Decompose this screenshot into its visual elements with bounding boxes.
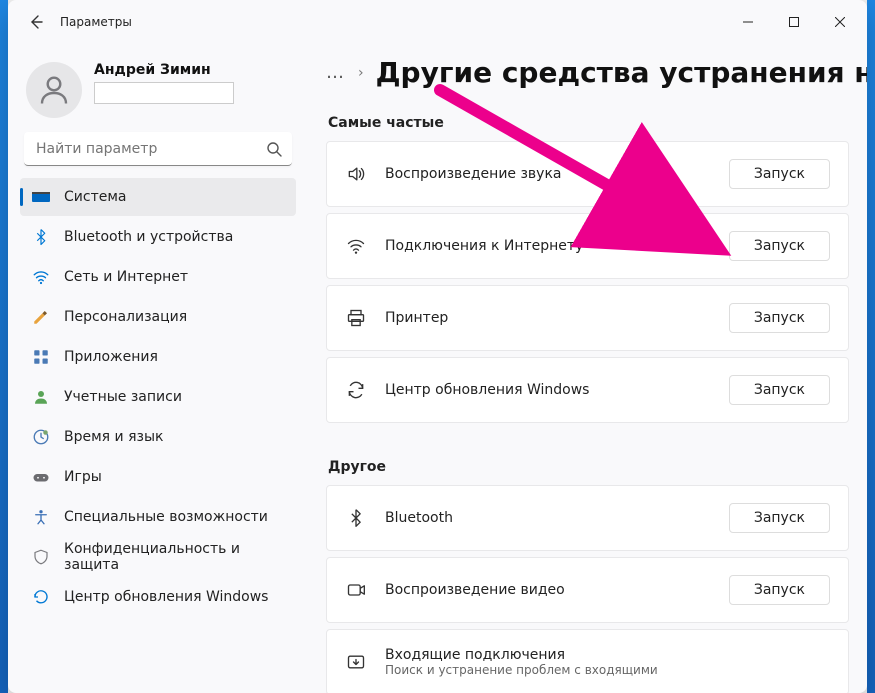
troubleshooter-card-bluetooth: Bluetooth Запуск: [326, 485, 849, 551]
close-button[interactable]: [817, 6, 863, 38]
nav-label: Конфиденциальность и защита: [64, 541, 284, 573]
sidebar: Андрей Зимин Система Bluetooth и устройст…: [8, 44, 308, 693]
troubleshooter-card-audio: Воспроизведение звука Запуск: [326, 141, 849, 207]
card-title: Подключения к Интернету: [385, 238, 729, 254]
card-title: Bluetooth: [385, 510, 729, 526]
nav-label: Время и язык: [64, 429, 163, 445]
privacy-icon: [32, 548, 50, 566]
nav-item-bluetooth[interactable]: Bluetooth и устройства: [20, 218, 296, 256]
window-controls: [725, 6, 863, 38]
nav-label: Центр обновления Windows: [64, 589, 268, 605]
network-icon: [32, 268, 50, 286]
nav-label: Приложения: [64, 349, 158, 365]
minimize-icon: [743, 17, 753, 27]
card-subtitle: Поиск и устранение проблем с входящими: [385, 663, 830, 677]
troubleshooter-card-video: Воспроизведение видео Запуск: [326, 557, 849, 623]
settings-window: Параметры Ан: [8, 0, 867, 693]
nav-label: Система: [64, 189, 126, 205]
gaming-icon: [32, 468, 50, 486]
nav-item-apps[interactable]: Приложения: [20, 338, 296, 376]
apps-icon: [32, 348, 50, 366]
card-title: Воспроизведение звука: [385, 166, 729, 182]
printer-icon: [345, 307, 367, 329]
time-icon: [32, 428, 50, 446]
card-title: Входящие подключения: [385, 647, 830, 663]
card-title: Центр обновления Windows: [385, 382, 729, 398]
person-icon: [36, 72, 72, 108]
update-icon: [32, 588, 50, 606]
close-icon: [835, 17, 845, 27]
nav-item-time[interactable]: Время и язык: [20, 418, 296, 456]
nav-label: Игры: [64, 469, 102, 485]
window-title: Параметры: [60, 15, 132, 29]
wifi-icon: [345, 235, 367, 257]
search-box[interactable]: [24, 132, 292, 166]
nav-label: Сеть и Интернет: [64, 269, 188, 285]
nav-label: Специальные возможности: [64, 509, 268, 525]
bluetooth-icon: [345, 507, 367, 529]
profile-name: Андрей Зимин: [94, 62, 234, 78]
desktop-wallpaper-right: [867, 0, 875, 693]
nav-item-privacy[interactable]: Конфиденциальность и защита: [20, 538, 296, 576]
system-icon: [32, 188, 50, 206]
nav-item-network[interactable]: Сеть и Интернет: [20, 258, 296, 296]
run-button[interactable]: Запуск: [729, 375, 830, 405]
nav-list: Система Bluetooth и устройства Сеть и Инте…: [16, 178, 300, 616]
run-button[interactable]: Запуск: [729, 503, 830, 533]
desktop-wallpaper-left: [0, 0, 8, 693]
page-title: Другие средства устранения неполадок: [376, 56, 867, 89]
troubleshooter-card-incoming: Входящие подключения Поиск и устранение …: [326, 629, 849, 693]
nav-item-gaming[interactable]: Игры: [20, 458, 296, 496]
accounts-icon: [32, 388, 50, 406]
troubleshooter-card-printer: Принтер Запуск: [326, 285, 849, 351]
nav-label: Учетные записи: [64, 389, 182, 405]
video-icon: [345, 579, 367, 601]
breadcrumb: … › Другие средства устранения неполадок: [326, 56, 867, 89]
nav-item-accessibility[interactable]: Специальные возможности: [20, 498, 296, 536]
run-button[interactable]: Запуск: [729, 575, 830, 605]
nav-label: Bluetooth и устройства: [64, 229, 233, 245]
avatar: [26, 62, 82, 118]
nav-item-personalization[interactable]: Персонализация: [20, 298, 296, 336]
nav-item-update[interactable]: Центр обновления Windows: [20, 578, 296, 616]
personalization-icon: [32, 308, 50, 326]
content-scroll[interactable]: Самые частые Воспроизведение звука Запус…: [326, 109, 867, 693]
nav-item-accounts[interactable]: Учетные записи: [20, 378, 296, 416]
profile-block[interactable]: Андрей Зимин: [16, 52, 300, 132]
troubleshooter-card-sync: Центр обновления Windows Запуск: [326, 357, 849, 423]
main-content: … › Другие средства устранения неполадок…: [308, 44, 867, 693]
arrow-left-icon: [28, 14, 44, 30]
troubleshooter-card-wifi: Подключения к Интернету Запуск: [326, 213, 849, 279]
run-button[interactable]: Запуск: [729, 159, 830, 189]
titlebar: Параметры: [8, 0, 867, 44]
back-button[interactable]: [18, 4, 54, 40]
audio-icon: [345, 163, 367, 185]
search-input[interactable]: [24, 132, 292, 166]
card-title: Принтер: [385, 310, 729, 326]
accessibility-icon: [32, 508, 50, 526]
search-icon: [266, 141, 282, 157]
incoming-icon: [345, 651, 367, 673]
run-button[interactable]: Запуск: [729, 231, 830, 261]
chevron-right-icon: ›: [358, 65, 364, 81]
bluetooth-icon: [32, 228, 50, 246]
section-header-frequent: Самые частые: [328, 115, 849, 131]
nav-label: Персонализация: [64, 309, 187, 325]
section-header-other: Другое: [328, 459, 849, 475]
run-button[interactable]: Запуск: [729, 303, 830, 333]
minimize-button[interactable]: [725, 6, 771, 38]
maximize-button[interactable]: [771, 6, 817, 38]
maximize-icon: [789, 17, 799, 27]
nav-item-system[interactable]: Система: [20, 178, 296, 216]
profile-email-redacted: [94, 82, 234, 104]
card-title: Воспроизведение видео: [385, 582, 729, 598]
breadcrumb-overflow[interactable]: …: [326, 62, 346, 83]
sync-icon: [345, 379, 367, 401]
